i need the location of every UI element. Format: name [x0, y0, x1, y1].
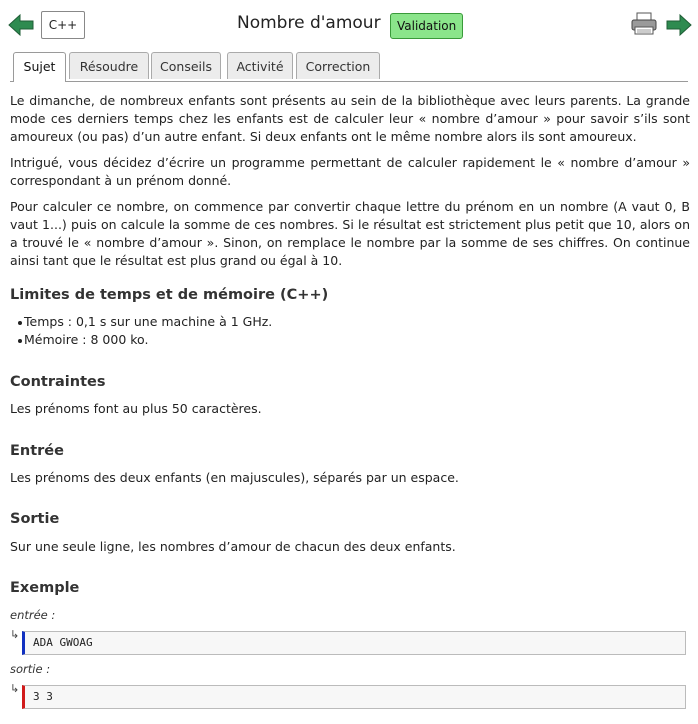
example-input-label: entrée :: [10, 608, 56, 622]
output-heading: Sortie: [10, 511, 60, 527]
return-arrow-icon: ↳: [10, 628, 20, 641]
tab-bar: Sujet Résoudre Conseils Activité Correct…: [10, 52, 688, 82]
tab-activite[interactable]: Activité: [227, 52, 293, 79]
return-arrow-icon: ↳: [10, 682, 20, 695]
printer-icon[interactable]: [631, 12, 657, 36]
example-output-label: sortie :: [10, 662, 51, 676]
tab-correction[interactable]: Correction: [296, 52, 380, 79]
limit-item-time: Temps : 0,1 s sur une machine à 1 GHz.: [17, 314, 273, 329]
example-heading: Exemple: [10, 580, 80, 596]
limit-item-memory: Mémoire : 8 000 ko.: [17, 332, 149, 347]
tab-sujet[interactable]: Sujet: [13, 52, 66, 82]
example-output-box: 3 3: [22, 685, 686, 709]
limits-heading: Limites de temps et de mémoire (C++): [10, 287, 329, 303]
output-text: Sur une seule ligne, les nombres d’amour…: [10, 539, 456, 554]
statement: Le dimanche, de nombreux enfants sont pr…: [10, 92, 690, 270]
input-heading: Entrée: [10, 443, 64, 459]
constraints-heading: Contraintes: [10, 374, 106, 390]
statement-paragraph: Pour calculer ce nombre, on commence par…: [10, 199, 690, 268]
left-arrow-icon[interactable]: [8, 13, 34, 37]
right-arrow-icon[interactable]: [666, 13, 692, 37]
example-input-box: ADA GWOAG: [22, 631, 686, 655]
top-bar: C++ Nombre d'amour Validation: [0, 0, 698, 50]
tab-resoudre[interactable]: Résoudre: [69, 52, 149, 79]
constraints-text: Les prénoms font au plus 50 caractères.: [10, 401, 262, 416]
tab-conseils[interactable]: Conseils: [151, 52, 221, 79]
input-text: Les prénoms des deux enfants (en majuscu…: [10, 470, 459, 485]
statement-paragraph: Le dimanche, de nombreux enfants sont pr…: [10, 93, 690, 144]
language-button[interactable]: C++: [41, 11, 85, 39]
validation-badge[interactable]: Validation: [390, 13, 464, 39]
statement-paragraph: Intrigué, vous décidez d’écrire un progr…: [10, 155, 690, 188]
page-title: Nombre d'amour: [237, 13, 381, 33]
